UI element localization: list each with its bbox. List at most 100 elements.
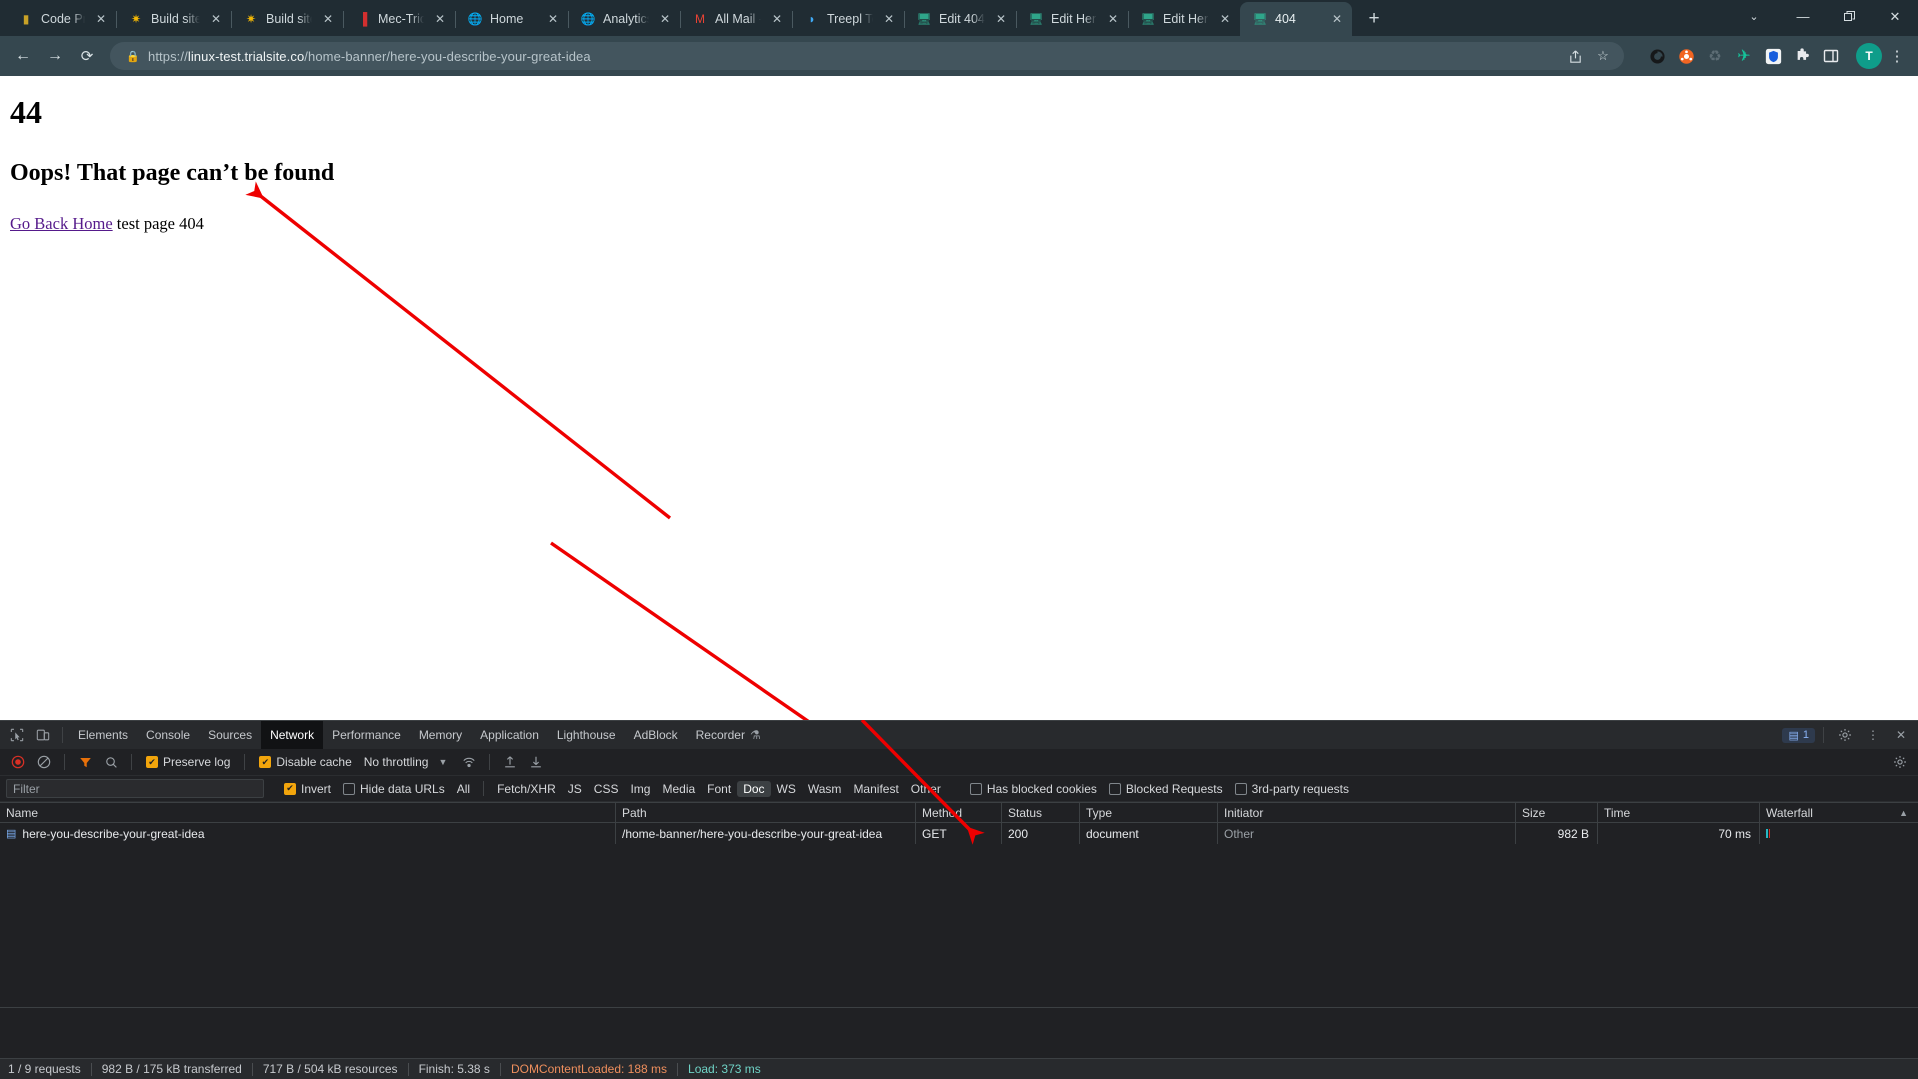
browser-tab[interactable]: ✷ Build site on T ✕: [231, 2, 343, 36]
devtools-tab-recorder[interactable]: Recorder ⚗: [687, 721, 770, 749]
devtools-tab-sources[interactable]: Sources: [199, 721, 261, 749]
browser-tab-active[interactable]: 🖥 404 ✕: [1240, 2, 1352, 36]
tab-close-button[interactable]: ✕: [319, 10, 337, 28]
tab-close-button[interactable]: ✕: [992, 10, 1010, 28]
column-header-type[interactable]: Type: [1080, 802, 1218, 823]
side-panel-icon[interactable]: [1818, 43, 1844, 69]
throttling-select[interactable]: No throttling: [360, 755, 433, 769]
preserve-log-checkbox[interactable]: Preserve log: [140, 755, 236, 769]
invert-checkbox[interactable]: Invert: [278, 782, 337, 796]
reload-icon[interactable]: ⟳: [72, 41, 102, 71]
tab-close-button[interactable]: ✕: [1216, 10, 1234, 28]
forward-icon[interactable]: →: [40, 41, 70, 71]
filter-type-ws[interactable]: WS: [771, 781, 802, 797]
browser-tab[interactable]: 🌐 Home ✕: [455, 2, 568, 36]
filter-type-all[interactable]: All: [451, 781, 476, 797]
tab-close-button[interactable]: ✕: [768, 10, 786, 28]
filter-input[interactable]: Filter: [6, 779, 264, 798]
browser-tab[interactable]: 🌐 Analytics ✕: [568, 2, 680, 36]
chevron-down-icon[interactable]: ▼: [434, 757, 455, 767]
browser-tab[interactable]: 🖥 Edit 404 ✕: [904, 2, 1016, 36]
devtools-tab-performance[interactable]: Performance: [323, 721, 410, 749]
orange-extension-icon[interactable]: [1673, 43, 1699, 69]
tab-close-button[interactable]: ✕: [880, 10, 898, 28]
column-header-time[interactable]: Time: [1598, 802, 1760, 823]
column-header-name[interactable]: Name: [0, 802, 616, 823]
browser-menu-icon[interactable]: ⋮: [1884, 43, 1910, 69]
devtools-tab-memory[interactable]: Memory: [410, 721, 471, 749]
browser-tab[interactable]: 🖥 Edit Here you ✕: [1128, 2, 1240, 36]
close-window-button[interactable]: ✕: [1872, 0, 1918, 33]
browser-tab[interactable]: 🖥 Edit Here you ✕: [1016, 2, 1128, 36]
table-row[interactable]: ▤ here-you-describe-your-great-idea /hom…: [0, 823, 1918, 844]
record-stop-icon[interactable]: [6, 750, 30, 774]
filter-type-fetch-xhr[interactable]: Fetch/XHR: [491, 781, 562, 797]
filter-type-img[interactable]: Img: [624, 781, 656, 797]
filter-type-wasm[interactable]: Wasm: [802, 781, 848, 797]
filter-type-doc[interactable]: Doc: [737, 780, 771, 797]
devtools-tab-adblock[interactable]: AdBlock: [625, 721, 687, 749]
column-header-initiator[interactable]: Initiator: [1218, 802, 1516, 823]
hide-data-urls-checkbox[interactable]: Hide data URLs: [337, 782, 451, 796]
filter-type-js[interactable]: JS: [562, 781, 588, 797]
maximize-button[interactable]: [1826, 0, 1872, 33]
browser-tab[interactable]: ▮ Code Product ✕: [6, 2, 116, 36]
filter-type-media[interactable]: Media: [656, 781, 701, 797]
search-icon[interactable]: [99, 750, 123, 774]
column-header-waterfall[interactable]: Waterfall ▲: [1760, 802, 1918, 823]
column-header-path[interactable]: Path: [616, 802, 916, 823]
browser-tab[interactable]: M All Mail - tara ✕: [680, 2, 792, 36]
clear-icon[interactable]: [32, 750, 56, 774]
tab-close-button[interactable]: ✕: [207, 10, 225, 28]
column-header-status[interactable]: Status: [1002, 802, 1080, 823]
filter-type-manifest[interactable]: Manifest: [847, 781, 904, 797]
third-party-requests-checkbox[interactable]: 3rd-party requests: [1229, 782, 1355, 796]
browser-tab[interactable]: ▐ Mec-Tric Cont ✕: [343, 2, 455, 36]
device-toolbar-icon[interactable]: [30, 722, 56, 748]
filter-type-font[interactable]: Font: [701, 781, 737, 797]
devtools-tab-elements[interactable]: Elements: [69, 721, 137, 749]
tab-close-button[interactable]: ✕: [1328, 10, 1346, 28]
share-icon[interactable]: [1562, 43, 1588, 69]
star-icon[interactable]: ☆: [1590, 43, 1616, 69]
column-header-size[interactable]: Size: [1516, 802, 1598, 823]
filter-type-css[interactable]: CSS: [588, 781, 625, 797]
go-back-home-link[interactable]: Go Back Home: [10, 214, 113, 233]
devtools-tab-application[interactable]: Application: [471, 721, 548, 749]
message-count-badge[interactable]: ▤ 1: [1782, 727, 1815, 743]
filter-funnel-icon[interactable]: [73, 750, 97, 774]
import-har-icon[interactable]: [498, 750, 522, 774]
devtools-settings-gear-icon[interactable]: [1832, 722, 1858, 748]
new-tab-button[interactable]: +: [1360, 5, 1388, 33]
blocked-requests-checkbox[interactable]: Blocked Requests: [1103, 782, 1229, 796]
devtools-tab-network[interactable]: Network: [261, 721, 324, 749]
devtools-tab-lighthouse[interactable]: Lighthouse: [548, 721, 625, 749]
grammarly-extension-icon[interactable]: ✈: [1731, 43, 1757, 69]
tab-close-button[interactable]: ✕: [544, 10, 562, 28]
devtools-more-icon[interactable]: ⋮: [1860, 722, 1886, 748]
tab-close-button[interactable]: ✕: [431, 10, 449, 28]
filter-type-other[interactable]: Other: [905, 781, 947, 797]
back-icon[interactable]: ←: [8, 41, 38, 71]
column-header-method[interactable]: Method: [916, 802, 1002, 823]
inspect-element-icon[interactable]: [4, 722, 30, 748]
tab-close-button[interactable]: ✕: [1104, 10, 1122, 28]
bitwarden-extension-icon[interactable]: [1760, 43, 1786, 69]
loom-extension-icon[interactable]: [1644, 43, 1670, 69]
network-conditions-icon[interactable]: [457, 750, 481, 774]
profile-avatar[interactable]: T: [1856, 43, 1882, 69]
network-settings-gear-icon[interactable]: [1888, 750, 1912, 774]
disable-cache-checkbox[interactable]: Disable cache: [253, 755, 357, 769]
minimize-button[interactable]: —: [1780, 0, 1826, 33]
browser-tab[interactable]: ◗ Treepl Team w ✕: [792, 2, 904, 36]
tab-search-icon[interactable]: ⌄: [1728, 0, 1780, 33]
export-har-icon[interactable]: [524, 750, 548, 774]
puzzle-extension-icon[interactable]: [1789, 43, 1815, 69]
tab-close-button[interactable]: ✕: [656, 10, 674, 28]
recycle-extension-icon[interactable]: ♻: [1702, 43, 1728, 69]
has-blocked-cookies-checkbox[interactable]: Has blocked cookies: [964, 782, 1103, 796]
devtools-close-icon[interactable]: ✕: [1888, 722, 1914, 748]
address-bar[interactable]: 🔒 https://linux-test.trialsite.co/home-b…: [110, 42, 1624, 70]
browser-tab[interactable]: ✷ Build site on T ✕: [116, 2, 231, 36]
tab-close-button[interactable]: ✕: [92, 10, 110, 28]
